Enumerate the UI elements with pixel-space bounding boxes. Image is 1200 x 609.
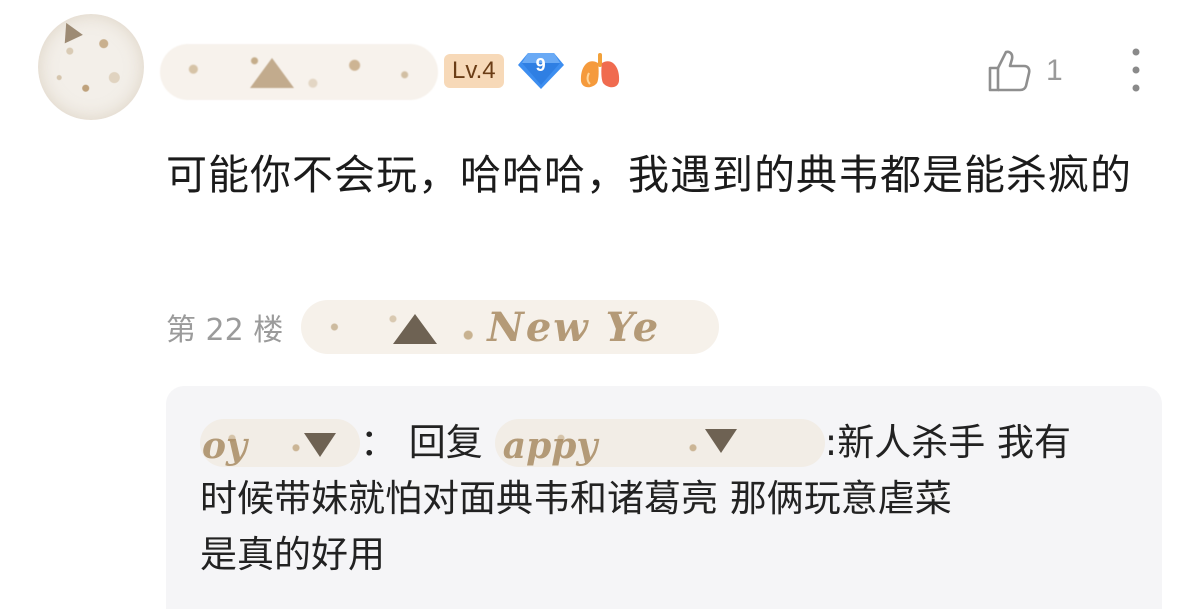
gem-level: 9: [535, 55, 546, 75]
comment-body: 可能你不会玩，哈哈哈，我遇到的典韦都是能杀疯的: [166, 151, 1132, 199]
target-name-partial: appy: [502, 425, 598, 467]
avatar[interactable]: [38, 14, 144, 120]
target-name-decoration: [704, 429, 737, 453]
username-star-decoration: [250, 58, 294, 88]
lung-icon: [578, 51, 622, 91]
decoration-text: New Ye: [487, 304, 661, 351]
replier-name-obscured[interactable]: oy: [200, 419, 360, 467]
reply-text-line3: 是真的好用: [200, 533, 385, 576]
reply-preview[interactable]: oy ： 回复 appy :新人杀手 我有 时候带妹就怕对面典韦和诸葛亮 那俩玩…: [166, 386, 1162, 609]
username-decoration-obscured: New Ye: [301, 300, 720, 354]
thumbs-up-icon: [988, 50, 1031, 92]
replier-name-partial: oy: [202, 425, 247, 467]
like-button[interactable]: 1: [986, 48, 1063, 94]
like-count: 1: [1046, 54, 1063, 87]
diamond-icon: 9: [516, 51, 566, 91]
target-name-obscured[interactable]: appy: [494, 419, 825, 467]
level-badge: Lv.4: [444, 54, 504, 88]
more-vertical-icon[interactable]: [1124, 46, 1148, 96]
comment-meta: 第 22 楼 New Ye: [166, 300, 720, 354]
replier-name-decoration: [304, 433, 336, 457]
user-badges: Lv.4 9: [444, 50, 622, 92]
reply-header: oy ： 回复 appy :新人杀手 我有: [200, 416, 1071, 470]
comment-thread: Lv.4 9 1 可能你不会玩，哈哈哈，我遇到的典韦都是能杀疯的 第 22 楼 …: [0, 0, 1200, 609]
avatar-star-decoration: [57, 18, 83, 44]
username-obscured[interactable]: [160, 44, 438, 100]
floor-label: 第 22 楼: [166, 313, 284, 348]
reply-prefix: ： 回复: [360, 421, 483, 464]
decoration-star: [393, 314, 438, 344]
reply-text-line2: 时候带妹就怕对面典韦和诸葛亮 那俩玩意虐菜: [200, 477, 952, 520]
reply-text-line1: :新人杀手 我有: [824, 421, 1071, 464]
